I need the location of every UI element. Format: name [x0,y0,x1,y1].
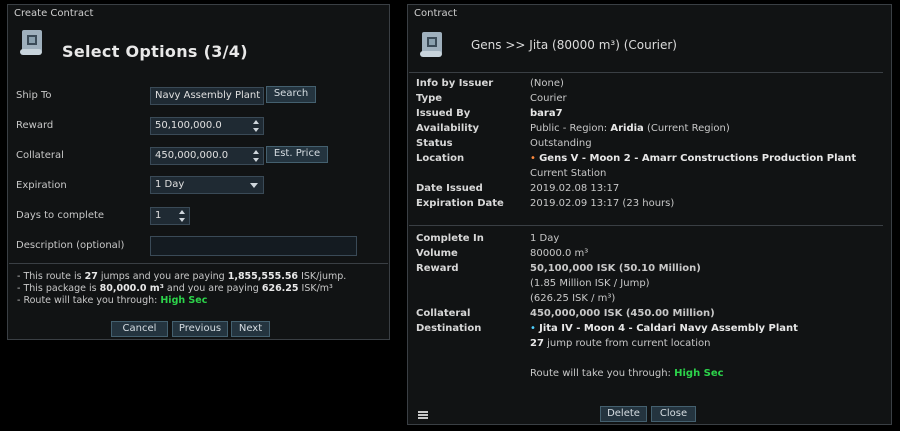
collateral-label: Collateral [16,150,64,161]
volume-value: 80000.0 m³ [530,248,589,259]
complete-in-value: 1 Day [530,233,560,244]
menu-icon[interactable] [418,411,428,419]
close-button[interactable]: Close [651,406,696,422]
ship-to-label: Ship To [16,90,52,101]
days-stepper-icon[interactable] [179,210,186,222]
reward-input[interactable]: 50,100,000.0 [150,117,264,135]
expiration-label: Expiration [16,180,67,191]
collateral-stepper-icon[interactable] [253,150,260,162]
contract-scroll-icon [20,30,42,55]
status-value: Outstanding [530,138,592,149]
issued-by-label: Issued By [416,108,471,119]
expiration-select[interactable]: 1 Day [150,176,264,194]
route-security: Route will take you through: High Sec [530,368,724,379]
route-jumps-note: - This route is 27 jumps and you are pay… [17,271,347,282]
window-title: Create Contract [14,8,94,19]
info-by-issuer-label: Info by Issuer [416,78,494,89]
availability-value: Public - Region: Aridia (Current Region) [530,123,730,134]
type-label: Type [416,93,443,104]
date-issued-label: Date Issued [416,183,483,194]
status-label: Status [416,138,453,149]
days-to-complete-label: Days to complete [16,210,105,221]
package-volume-note: - This package is 80,000.0 m³ and you ar… [17,283,333,294]
expiration-date-value: 2019.02.09 13:17 (23 hours) [530,198,675,209]
location-label: Location [416,153,465,164]
divider [9,263,388,264]
next-button[interactable]: Next [231,321,270,337]
page-title: Select Options (3/4) [62,42,248,61]
reward-label: Reward [416,263,459,274]
contract-scroll-icon [420,32,442,57]
window-title: Contract [414,8,458,19]
volume-label: Volume [416,248,458,259]
collateral-value: 450,000,000.0 [155,150,229,161]
description-input[interactable] [150,236,357,256]
date-issued-value: 2019.02.08 13:17 [530,183,620,194]
search-button[interactable]: Search [266,86,316,103]
cancel-button[interactable]: Cancel [111,321,168,337]
info-by-issuer-value: (None) [530,78,564,89]
location-sub: Current Station [530,168,607,179]
est-price-button[interactable]: Est. Price [266,146,328,163]
security-dot-icon: • [530,323,536,334]
contract-window: Contract Gens >> Jita (80000 m³) (Courie… [407,4,892,425]
description-label: Description (optional) [16,240,125,251]
availability-label: Availability [416,123,479,134]
reward-value: 50,100,000 ISK (50.10 Million) [530,263,701,274]
location-link[interactable]: • Gens V - Moon 2 - Amarr Constructions … [530,153,856,164]
collateral-value: 450,000,000 ISK (450.00 Million) [530,308,715,319]
reward-value: 50,100,000.0 [155,120,222,131]
collateral-input[interactable]: 450,000,000.0 [150,147,264,165]
destination-label: Destination [416,323,482,334]
delete-button[interactable]: Delete [600,406,647,422]
expiration-value: 1 Day [155,179,185,190]
ship-to-field[interactable]: Navy Assembly Plant [150,87,264,105]
reward-stepper-icon[interactable] [253,120,260,132]
previous-button[interactable]: Previous [172,321,228,337]
days-value: 1 [155,210,162,221]
route-jumps: 27 jump route from current location [530,338,711,349]
expiration-date-label: Expiration Date [416,198,504,209]
reward-per-jump: (1.85 Million ISK / Jump) [530,278,650,289]
reward-label: Reward [16,120,54,131]
reward-per-m3: (626.25 ISK / m³) [530,293,616,304]
issued-by-value[interactable]: bara7 [530,108,563,119]
type-value: Courier [530,93,567,104]
divider [409,72,883,73]
region-link[interactable]: Aridia [610,123,643,134]
route-security-note: - Route will take you through: High Sec [17,295,208,306]
days-to-complete-input[interactable]: 1 [150,207,190,225]
create-contract-window: Create Contract Select Options (3/4) Shi… [7,4,390,340]
divider [409,225,883,226]
security-dot-icon: • [530,153,536,164]
contract-heading: Gens >> Jita (80000 m³) (Courier) [471,38,677,52]
destination-link[interactable]: • Jita IV - Moon 4 - Caldari Navy Assemb… [530,323,798,334]
chevron-down-icon[interactable] [250,183,258,188]
collateral-label: Collateral [416,308,471,319]
complete-in-label: Complete In [416,233,484,244]
